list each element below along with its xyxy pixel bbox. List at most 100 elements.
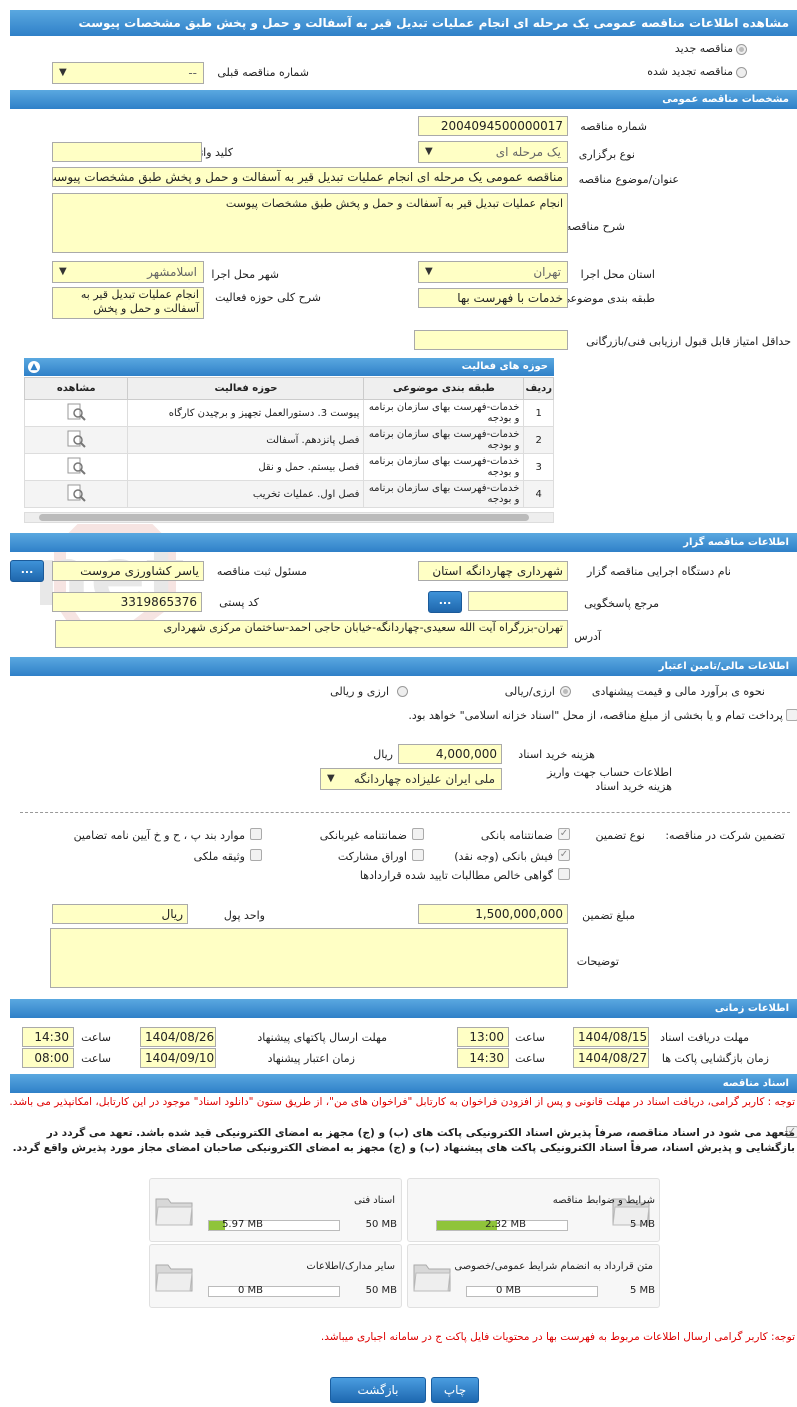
- doc-card-used: 5.97 MB: [222, 1219, 263, 1230]
- send-date-field[interactable]: 1404/08/26: [140, 1027, 216, 1047]
- currency-rial-radio[interactable]: [397, 686, 408, 697]
- valid-date-field[interactable]: 1404/09/10: [140, 1048, 216, 1068]
- collapse-icon[interactable]: ▲: [28, 361, 40, 373]
- address-label: آدرس: [574, 630, 601, 643]
- type-select[interactable]: یک مرحله ای ▼: [418, 141, 568, 163]
- cheque-checkbox[interactable]: ✓: [558, 849, 570, 861]
- activity-table: ردیف طبقه بندی موضوعی حوزه فعالیت مشاهده…: [23, 377, 554, 508]
- ref-lookup-button[interactable]: ...: [428, 591, 462, 613]
- amount-field[interactable]: 1,500,000,000: [418, 904, 568, 924]
- bonds-checkbox[interactable]: [412, 849, 424, 861]
- doc-fee-unit: ریال: [373, 748, 393, 761]
- folder-icon: [413, 1264, 451, 1292]
- min-score-field[interactable]: [414, 330, 568, 350]
- commit-text: متعهد می شود در اسناد مناقصه، صرفاً پذیر…: [12, 1127, 795, 1154]
- valid-time-label: ساعت: [81, 1052, 111, 1065]
- subject-label: عنوان/موضوع مناقصه: [578, 173, 679, 186]
- open-date-field[interactable]: 1404/08/27: [573, 1048, 649, 1068]
- new-tender-radio[interactable]: [736, 44, 747, 55]
- row-category: خدمات-فهرست بهای سازمان برنامه و بودجه: [363, 426, 525, 454]
- doc-card-max: 50 MB: [365, 1285, 397, 1296]
- open-label: زمان بازگشایی پاکت ها: [661, 1052, 769, 1065]
- general-header: مشخصات مناقصه عمومی: [10, 90, 797, 109]
- send-time-field[interactable]: 14:30: [22, 1027, 74, 1047]
- treasury-checkbox[interactable]: [786, 709, 797, 721]
- org-label: نام دستگاه اجرایی مناقصه گزار: [587, 565, 731, 578]
- open-time-field[interactable]: 14:30: [457, 1048, 509, 1068]
- currency-unit-field[interactable]: ریال: [52, 904, 188, 924]
- row-area: فصل پانزدهم. آسفالت: [127, 426, 365, 454]
- scope-field[interactable]: انجام عملیات تبدیل قیر به آسفالت و حمل و…: [52, 287, 204, 319]
- doc-card-max: 5 MB: [629, 1285, 655, 1296]
- view-icon[interactable]: [23, 453, 129, 481]
- org-field[interactable]: شهرداری چهاردانگه استان: [418, 561, 568, 581]
- doc-card-terms[interactable]: شرایط و ضوابط مناقصه 5 MB 2.32 MB: [407, 1178, 660, 1242]
- valid-time-field[interactable]: 08:00: [22, 1048, 74, 1068]
- bank-guarantee-label: ضمانتنامه بانکی: [480, 829, 553, 842]
- ref-field[interactable]: [468, 591, 568, 611]
- number-label: شماره مناقصه: [580, 120, 647, 133]
- prev-number-select[interactable]: -- ▼: [52, 62, 204, 84]
- renewed-tender-radio[interactable]: [736, 67, 747, 78]
- postal-label: کد پستی: [219, 596, 259, 609]
- chevron-down-icon: ▼: [425, 266, 433, 277]
- receive-time-field[interactable]: 13:00: [457, 1027, 509, 1047]
- category-field[interactable]: خدمات با فهرست بها: [418, 288, 568, 308]
- account-label: اطلاعات حساب جهت واریز هزینه خرید اسناد: [547, 766, 672, 793]
- keyword-field[interactable]: [52, 142, 202, 162]
- page-title: مشاهده اطلاعات مناقصه عمومی یک مرحله ای …: [10, 10, 797, 36]
- clauses-checkbox[interactable]: [250, 828, 262, 840]
- table-row: 3 خدمات-فهرست بهای سازمان برنامه و بودجه…: [23, 453, 554, 481]
- new-tender-label: مناقصه جدید: [674, 42, 733, 55]
- responsible-field[interactable]: یاسر کشاورزی مروست: [52, 561, 204, 581]
- nonbank-guarantee-checkbox[interactable]: [412, 828, 424, 840]
- doc-card-title: شرایط و ضوابط مناقصه: [552, 1195, 655, 1206]
- doc-card-max: 5 MB: [629, 1219, 655, 1230]
- currency-unit-label: واحد پول: [223, 909, 265, 922]
- doc-card-other[interactable]: سایر مدارک/اطلاعات 50 MB 0 MB: [149, 1244, 402, 1308]
- desc-label: شرح مناقصه: [565, 220, 625, 233]
- scrollbar-thumb[interactable]: [39, 514, 529, 521]
- row-category: خدمات-فهرست بهای سازمان برنامه و بودجه: [363, 480, 525, 508]
- row-category: خدمات-فهرست بهای سازمان برنامه و بودجه: [363, 453, 525, 481]
- guarantee-label: تضمین شرکت در مناقصه:: [665, 829, 785, 842]
- view-icon[interactable]: [23, 426, 129, 454]
- address-field[interactable]: تهران-بزرگراه آیت الله سعیدی-چهاردانگه-خ…: [55, 620, 568, 648]
- col-view: مشاهده: [23, 377, 129, 400]
- view-icon[interactable]: [23, 399, 129, 427]
- postal-field[interactable]: 3319865376: [52, 592, 202, 612]
- table-row: 4 خدمات-فهرست بهای سازمان برنامه و بودجه…: [23, 480, 554, 508]
- folder-icon: [155, 1264, 193, 1292]
- doc-fee-field[interactable]: 4,000,000: [398, 744, 502, 764]
- account-select[interactable]: ملی ایران علیزاده چهاردانگه ▼: [320, 768, 502, 790]
- doc-card-technical[interactable]: اسناد فنی 50 MB 5.97 MB: [149, 1178, 402, 1242]
- desc-field[interactable]: انجام عملیات تبدیل قیر به آسفالت و حمل و…: [52, 193, 568, 253]
- number-field[interactable]: 2004094500000017: [418, 116, 568, 136]
- currency-radio[interactable]: [560, 686, 571, 697]
- currency-label: ارزی/ریالی: [504, 685, 555, 698]
- table-row: 1 خدمات-فهرست بهای سازمان برنامه و بودجه…: [23, 399, 554, 427]
- subject-field[interactable]: مناقصه عمومی یک مرحله ای انجام عملیات تب…: [52, 167, 568, 187]
- bank-guarantee-checkbox[interactable]: ✓: [558, 828, 570, 840]
- doc-progress-bar: [466, 1286, 598, 1297]
- city-select[interactable]: اسلامشهر ▼: [52, 261, 204, 283]
- province-select[interactable]: تهران ▼: [418, 261, 568, 283]
- property-checkbox[interactable]: [250, 849, 262, 861]
- timing-header: اطلاعات زمانی: [10, 999, 797, 1018]
- row-category: خدمات-فهرست بهای سازمان برنامه و بودجه: [363, 399, 525, 427]
- receive-date-field[interactable]: 1404/08/15: [573, 1027, 649, 1047]
- table-scrollbar[interactable]: [24, 512, 554, 523]
- back-button[interactable]: بازگشت: [330, 1377, 426, 1403]
- receive-time-label: ساعت: [515, 1031, 545, 1044]
- ref-label: مرجع پاسخگویی: [584, 597, 659, 610]
- view-icon[interactable]: [23, 480, 129, 508]
- row-area: پیوست 3. دستورالعمل تجهیز و برچیدن کارگا…: [127, 399, 365, 427]
- claims-checkbox[interactable]: [558, 868, 570, 880]
- print-button[interactable]: چاپ: [431, 1377, 479, 1403]
- docs-header: اسناد مناقصه: [10, 1074, 797, 1093]
- doc-card-max: 50 MB: [365, 1219, 397, 1230]
- amount-label: مبلغ تضمین: [582, 909, 635, 922]
- doc-card-contract[interactable]: متن قرارداد به انضمام شرایط عمومی/خصوصی …: [407, 1244, 660, 1308]
- responsible-lookup-button[interactable]: ...: [10, 560, 44, 582]
- notes-field[interactable]: [50, 928, 568, 988]
